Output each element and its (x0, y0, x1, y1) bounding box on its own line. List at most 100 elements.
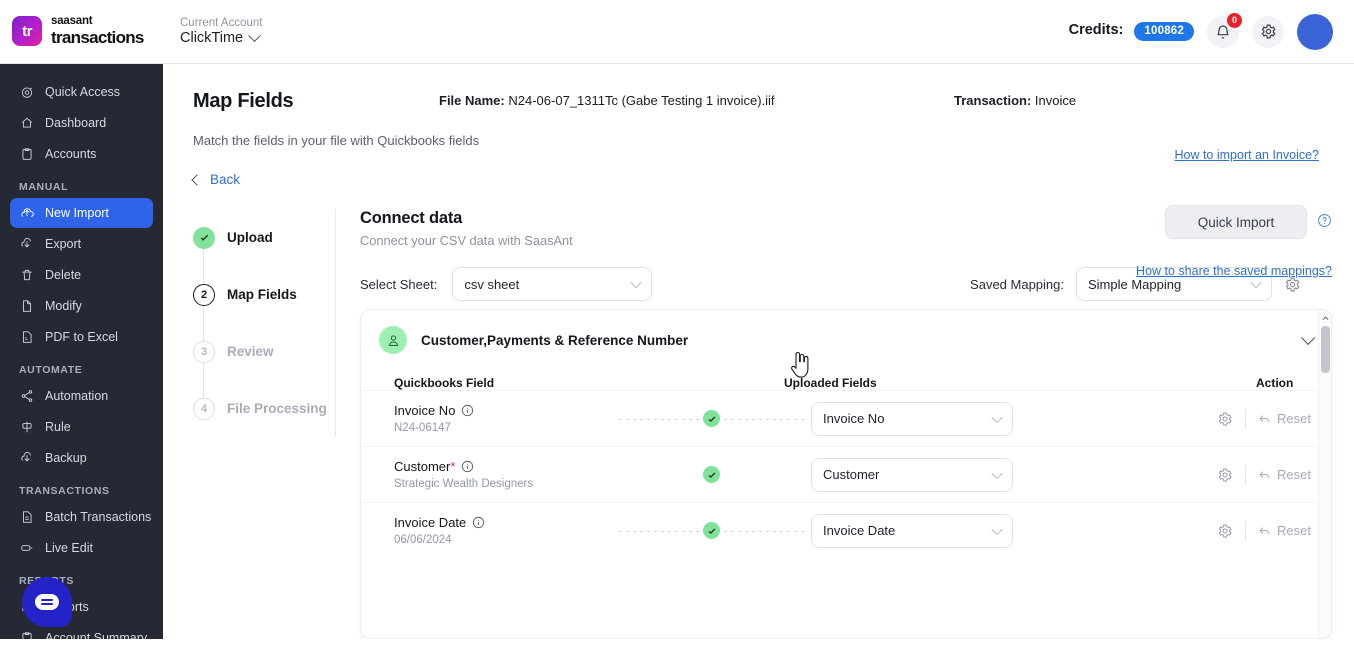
sidebar-item-dashboard[interactable]: Dashboard (10, 108, 153, 138)
info-icon[interactable] (461, 460, 474, 473)
logo-text: tr (22, 22, 32, 40)
uploaded-field-value: Invoice Date (823, 523, 896, 538)
step-file-processing[interactable]: 4 File Processing (193, 380, 335, 437)
sidebar-item-rule[interactable]: Rule (10, 412, 153, 442)
sidebar-group-automate: AUTOMATE (19, 364, 83, 376)
mapping-card-scrollbar[interactable] (1318, 310, 1331, 638)
quick-import-button[interactable]: Quick Import (1165, 205, 1307, 239)
share-mappings-link[interactable]: How to share the saved mappings? (1136, 264, 1332, 278)
table-row: Customer* Strategic Wealth Designers Cus… (361, 446, 1331, 502)
sidebar-item-live-edit[interactable]: Live Edit (10, 533, 153, 563)
file-edit-icon (19, 299, 34, 314)
back-label: Back (210, 172, 241, 187)
step-label: Upload (227, 230, 273, 245)
qb-field-name: Invoice No (394, 403, 456, 418)
vertical-divider (335, 209, 336, 437)
support-chat-button[interactable] (22, 577, 72, 627)
sidebar-item-delete[interactable]: Delete (10, 260, 153, 290)
chevron-up-icon (1322, 315, 1329, 320)
chevron-down-icon (991, 411, 1003, 423)
sidebar-label: New Import (45, 206, 109, 220)
uploaded-field-dropdown[interactable]: Customer (811, 457, 1013, 492)
sidebar-item-automation[interactable]: Automation (10, 381, 153, 411)
required-asterisk: * (450, 459, 456, 474)
brand-logo[interactable]: tr saasant transactions (0, 15, 163, 48)
select-sheet-dropdown[interactable]: csv sheet (452, 267, 653, 301)
sidebar-item-backup[interactable]: Backup (10, 443, 153, 473)
column-header-action: Action (1256, 376, 1294, 390)
sidebar-item-batch-transactions[interactable]: Batch Transactions (10, 502, 153, 532)
row-settings-button[interactable] (1217, 467, 1233, 483)
settings-button[interactable] (1252, 15, 1284, 48)
file-name-label: File Name: (439, 93, 505, 108)
download-icon (19, 237, 34, 252)
chevron-down-icon (991, 467, 1003, 479)
sidebar-item-export[interactable]: Export (10, 229, 153, 259)
scrollbar-thumb[interactable] (1321, 326, 1330, 373)
brand-name-top: saasant (51, 15, 93, 28)
credits-display: Credits: 100862 (1069, 22, 1194, 41)
scroll-up-button[interactable] (1319, 312, 1331, 324)
column-header-quickbooks-field: Quickbooks Field (394, 376, 495, 390)
action-divider (1245, 464, 1247, 485)
uploaded-field-dropdown[interactable]: Invoice No (811, 401, 1013, 436)
undo-icon (1259, 471, 1270, 478)
chevron-down-icon (991, 523, 1003, 535)
step-upload[interactable]: Upload (193, 209, 335, 266)
row-reset-button[interactable]: Reset (1258, 523, 1311, 538)
sidebar-item-account-summary[interactable]: Account Summary (10, 623, 153, 639)
uploaded-field-dropdown[interactable]: Invoice Date (811, 513, 1013, 548)
sidebar-item-quick-access[interactable]: Quick Access (10, 77, 153, 107)
sidebar-item-new-import[interactable]: New Import (10, 198, 153, 228)
check-icon (200, 234, 208, 241)
mapped-check-icon (703, 410, 720, 427)
sidebar-group-reports: REPORTS (0, 575, 163, 587)
import-stepper: Upload 2 Map Fields 3 Review 4 File Proc… (163, 209, 335, 437)
document-icon (19, 510, 34, 525)
undo-icon (1259, 527, 1270, 534)
transaction-meta: Transaction: Invoice (954, 93, 1076, 108)
stepper-line (203, 245, 205, 417)
sidebar-group-manual: MANUAL (19, 181, 69, 193)
saved-mapping-settings-button[interactable] (1284, 276, 1301, 293)
notifications-button[interactable]: 0 (1207, 12, 1242, 48)
sidebar-label: Modify (45, 299, 82, 313)
uploaded-field-value: Customer (823, 467, 880, 482)
step-map-fields[interactable]: 2 Map Fields (193, 266, 335, 323)
qb-field-name: Invoice Date (394, 515, 467, 530)
user-avatar[interactable] (1297, 13, 1333, 50)
page-subtitle: Match the fields in your file with Quick… (193, 133, 480, 148)
info-icon[interactable] (461, 404, 474, 417)
row-settings-button[interactable] (1217, 411, 1233, 427)
chevron-down-icon[interactable] (248, 29, 261, 42)
row-reset-button[interactable]: Reset (1258, 467, 1311, 482)
step-number: 2 (193, 283, 215, 306)
row-settings-button[interactable] (1217, 523, 1233, 539)
mapped-check-icon (703, 466, 720, 483)
gear-icon (1261, 24, 1276, 39)
account-switcher[interactable]: Current Account ClickTime (180, 17, 262, 47)
home-icon (19, 116, 34, 131)
info-icon[interactable] (472, 516, 485, 529)
row-reset-button[interactable]: Reset (1258, 411, 1311, 426)
file-name-meta: File Name: N24-06-07_1311Tc (Gabe Testin… (439, 93, 775, 108)
user-section-icon (379, 326, 407, 354)
section-collapse-chevron-icon[interactable] (1301, 330, 1316, 345)
back-button[interactable]: Back (191, 172, 241, 187)
current-account-name: ClickTime (180, 30, 244, 47)
quick-import-help-button[interactable] (1317, 213, 1332, 233)
gear-icon (1285, 277, 1300, 291)
gear-icon (1218, 523, 1232, 538)
sidebar-item-modify[interactable]: Modify (10, 291, 153, 321)
step-number: 4 (193, 397, 215, 420)
saved-mapping-label: Saved Mapping: (970, 276, 1064, 292)
how-to-import-link[interactable]: How to import an Invoice? (1174, 148, 1319, 162)
reset-label: Reset (1277, 411, 1311, 426)
credits-label: Credits: (1068, 22, 1124, 38)
sidebar-item-pdf-to-excel[interactable]: PDF to Excel (10, 322, 153, 352)
step-review[interactable]: 3 Review (193, 323, 335, 380)
notification-badge: 0 (1227, 12, 1242, 28)
brand-name-bottom: transactions (51, 28, 144, 48)
undo-icon (1259, 415, 1270, 422)
sidebar-item-accounts[interactable]: Accounts (10, 139, 153, 169)
